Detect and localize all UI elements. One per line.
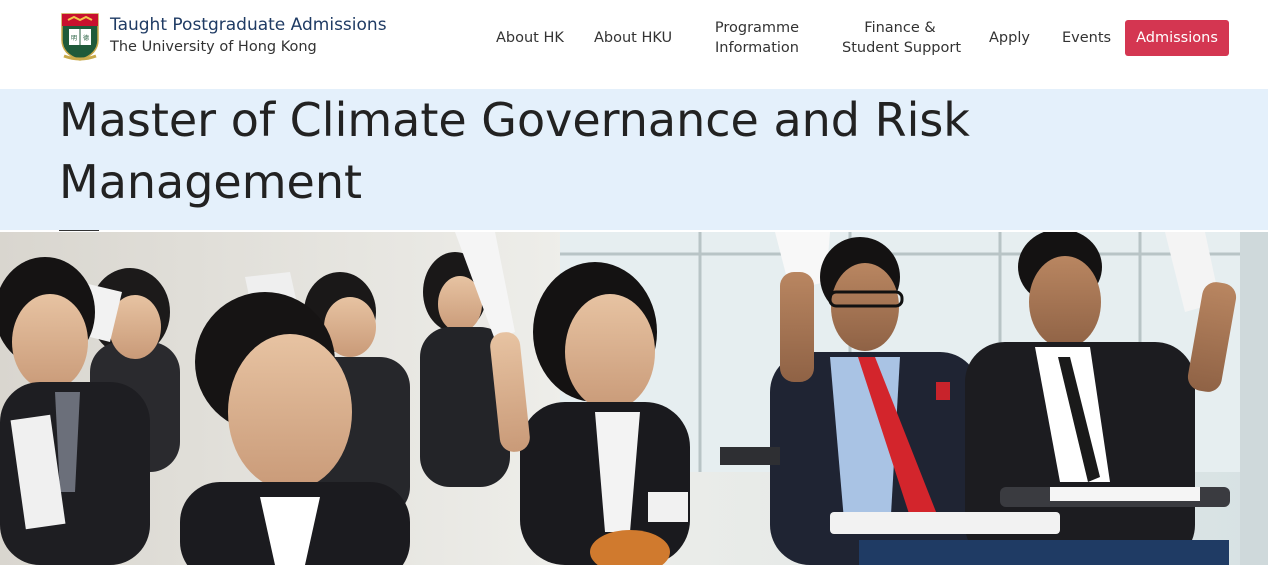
page-title: Master of Climate Governance and Risk Ma… bbox=[59, 93, 970, 209]
nav-item-label: Programme bbox=[714, 20, 800, 36]
nav-item-about-hku[interactable]: About HKU bbox=[594, 28, 672, 48]
hero-photo-students bbox=[0, 232, 1268, 565]
nav-item-label: Events bbox=[1062, 30, 1112, 46]
nav-item-label: Finance & bbox=[864, 20, 936, 36]
nav-item-label: About HK bbox=[496, 30, 564, 46]
admissions-button[interactable]: Admissions bbox=[1125, 20, 1229, 56]
nav-item-events[interactable]: Events bbox=[1062, 28, 1111, 48]
nav-item-label-line2: Information bbox=[715, 40, 799, 56]
nav-item-label-line2: Student Support bbox=[842, 40, 962, 56]
title-underline bbox=[59, 230, 99, 231]
main-nav: About HK About HKU Programme Information… bbox=[0, 0, 1268, 89]
nav-item-apply[interactable]: Apply bbox=[989, 28, 1030, 48]
nav-item-programme-information[interactable]: Programme Information bbox=[714, 18, 800, 58]
hero-image bbox=[0, 232, 1268, 565]
nav-item-about-hk[interactable]: About HK bbox=[496, 28, 564, 48]
page-title-band: Master of Climate Governance and Risk Ma… bbox=[0, 89, 1268, 230]
nav-item-label: About HKU bbox=[594, 30, 673, 46]
nav-item-label: Apply bbox=[989, 30, 1030, 46]
hero-info-card bbox=[859, 540, 1229, 565]
site-header: 明 德 Taught Postgraduate Admissions The U… bbox=[0, 0, 1268, 89]
nav-item-finance-student-support[interactable]: Finance & Student Support bbox=[842, 18, 962, 58]
